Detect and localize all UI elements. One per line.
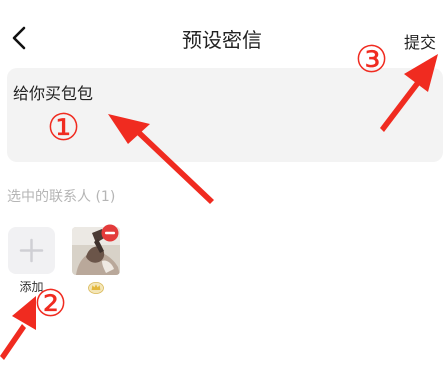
annotation-arrow-1 xyxy=(108,114,214,204)
annotation-overlay: ① ② ③ xyxy=(0,38,438,360)
annotation-arrow-3 xyxy=(380,54,438,132)
annotation-marker-3: ③ xyxy=(355,38,388,81)
annotation-arrow-2 xyxy=(0,296,36,360)
annotation-marker-2: ② xyxy=(34,282,67,325)
annotation-marker-1: ① xyxy=(47,106,80,149)
